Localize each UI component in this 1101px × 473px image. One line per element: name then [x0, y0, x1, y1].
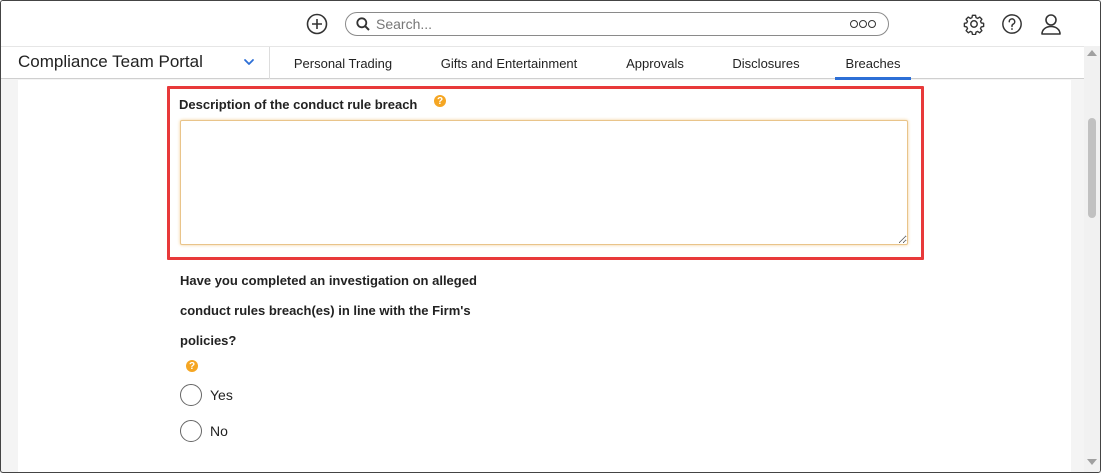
- user-icon: [1041, 14, 1061, 35]
- more-icon[interactable]: [850, 20, 876, 28]
- vertical-scrollbar[interactable]: [1084, 46, 1100, 472]
- tab-disclosures[interactable]: Disclosures: [727, 47, 805, 79]
- add-button[interactable]: [306, 13, 328, 35]
- settings-button[interactable]: [962, 12, 986, 36]
- chevron-down-icon[interactable]: [243, 56, 255, 68]
- help-icon: [1002, 14, 1022, 34]
- question-help-icon[interactable]: ?: [186, 360, 198, 372]
- radio-label-yes: Yes: [210, 387, 233, 403]
- tab-gifts-and-entertainment[interactable]: Gifts and Entertainment: [435, 47, 583, 79]
- radio-label-no: No: [210, 423, 228, 439]
- nav-bar: Compliance Team Portal Personal Trading …: [1, 46, 1100, 80]
- user-menu-button[interactable]: [1039, 12, 1063, 36]
- tab-approvals[interactable]: Approvals: [621, 47, 689, 79]
- form-content: Description of the conduct rule breach ?…: [18, 80, 1071, 472]
- description-label: Description of the conduct rule breach: [179, 97, 418, 112]
- question-text-line-3: policies?: [180, 333, 237, 348]
- radio-button-yes[interactable]: [180, 384, 202, 406]
- app-window: Compliance Team Portal Personal Trading …: [0, 0, 1101, 473]
- scroll-down-icon[interactable]: [1087, 459, 1097, 465]
- search-bar: [345, 12, 889, 36]
- search-input[interactable]: [376, 16, 850, 32]
- question-text-line-1: Have you completed an investigation on a…: [180, 273, 477, 288]
- top-bar: [1, 1, 1100, 46]
- help-tooltip-icon[interactable]: ?: [434, 95, 446, 107]
- tab-personal-trading[interactable]: Personal Trading: [289, 47, 397, 79]
- help-button[interactable]: [1000, 12, 1024, 36]
- scroll-up-icon[interactable]: [1087, 50, 1097, 56]
- radio-option-yes[interactable]: Yes: [180, 384, 233, 406]
- gear-icon: [963, 14, 985, 35]
- tab-breaches[interactable]: Breaches: [835, 47, 911, 80]
- description-textarea[interactable]: [180, 120, 908, 245]
- plus-circle-icon: [306, 13, 328, 35]
- scroll-thumb[interactable]: [1088, 118, 1096, 218]
- search-icon: [356, 17, 370, 31]
- nav-divider: [269, 47, 270, 79]
- radio-button-no[interactable]: [180, 420, 202, 442]
- portal-title[interactable]: Compliance Team Portal: [18, 52, 203, 72]
- question-text-line-2: conduct rules breach(es) in line with th…: [180, 303, 471, 318]
- radio-option-no[interactable]: No: [180, 420, 228, 442]
